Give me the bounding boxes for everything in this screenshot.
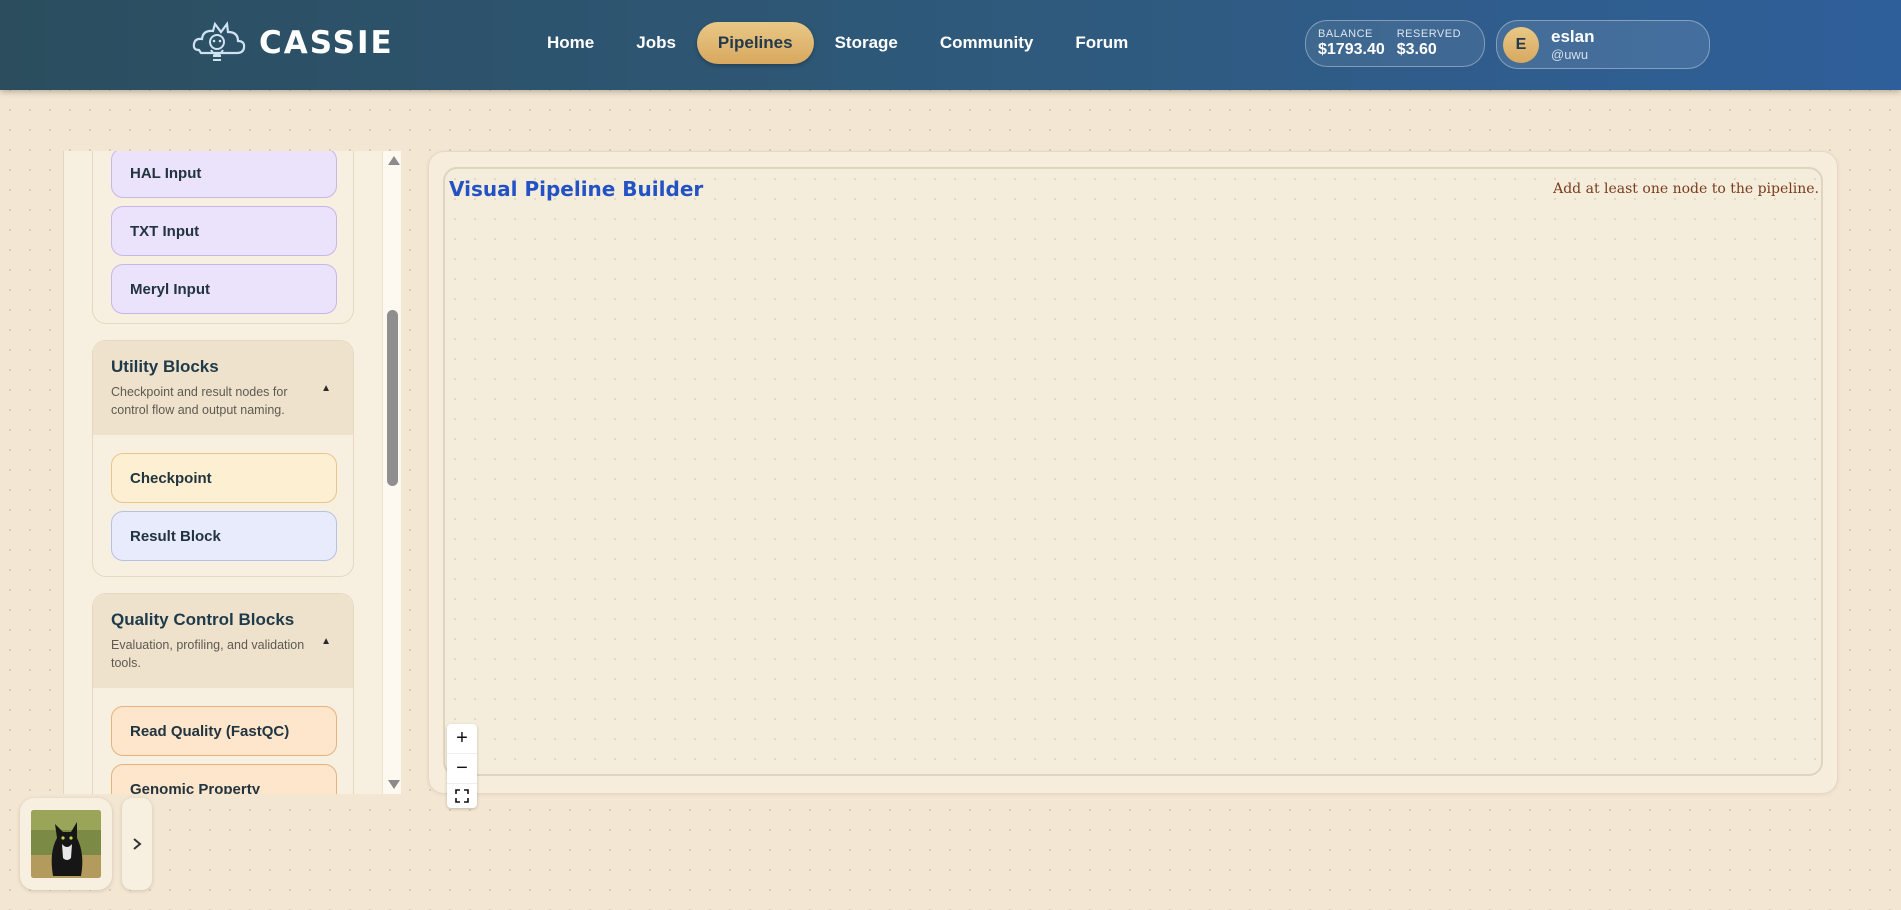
brand-name: CASSIE	[259, 25, 394, 61]
block-checkpoint[interactable]: Checkpoint	[111, 453, 337, 503]
pipeline-canvas-panel: Visual Pipeline Builder Add at least one…	[428, 151, 1838, 808]
block-hal-input[interactable]: HAL Input	[111, 151, 337, 198]
quality-section-header[interactable]: Quality Control Blocks Evaluation, profi…	[93, 594, 353, 688]
canvas-title: Visual Pipeline Builder	[449, 177, 704, 201]
block-meryl-input[interactable]: Meryl Input	[111, 264, 337, 314]
collapse-up-icon[interactable]: ▲	[321, 636, 331, 647]
utility-section-header[interactable]: Utility Blocks Checkpoint and result nod…	[93, 341, 353, 435]
top-header: CASSIE Home Jobs Pipelines Storage Commu…	[0, 0, 1901, 90]
block-palette-sidebar: HAL Input TXT Input Meryl Input Utility …	[63, 151, 401, 794]
collapse-up-icon[interactable]: ▲	[321, 383, 331, 394]
block-txt-input[interactable]: TXT Input	[111, 206, 337, 256]
utility-section-title: Utility Blocks	[111, 357, 219, 376]
pet-widget[interactable]	[20, 798, 112, 890]
scroll-up-arrow-icon[interactable]	[388, 156, 400, 165]
reserved-label: RESERVED	[1396, 28, 1462, 40]
block-result[interactable]: Result Block	[111, 511, 337, 561]
balance-panel[interactable]: BALANCE $1793.40 RESERVED $3.60	[1305, 20, 1485, 67]
balance-label: BALANCE	[1318, 28, 1373, 40]
scrollbar-thumb[interactable]	[387, 310, 398, 486]
main-nav: Home Jobs Pipelines Storage Community Fo…	[526, 22, 1149, 64]
block-read-quality[interactable]: Read Quality (FastQC)	[111, 706, 337, 756]
nav-storage[interactable]: Storage	[814, 22, 919, 64]
sidebar-scrollbar[interactable]	[382, 151, 401, 794]
nav-forum[interactable]: Forum	[1054, 22, 1149, 64]
balance-value: $1793.40	[1318, 41, 1385, 58]
validation-message: Add at least one node to the pipeline.	[1553, 181, 1819, 197]
pipeline-canvas[interactable]: Visual Pipeline Builder Add at least one…	[443, 167, 1823, 808]
scroll-down-arrow-icon[interactable]	[388, 780, 400, 789]
input-blocks-section: HAL Input TXT Input Meryl Input	[92, 151, 354, 324]
chevron-right-icon	[133, 838, 142, 850]
sidebar-scroll-area[interactable]: HAL Input TXT Input Meryl Input Utility …	[64, 151, 382, 794]
user-handle: @uwu	[1551, 47, 1589, 62]
reserved-column: RESERVED $3.60	[1397, 28, 1461, 59]
nav-pipelines[interactable]: Pipelines	[696, 22, 814, 64]
avatar: E	[1503, 26, 1539, 63]
utility-section-description: Checkpoint and result nodes for control …	[111, 385, 288, 417]
nav-community[interactable]: Community	[919, 22, 1055, 64]
nav-jobs[interactable]: Jobs	[615, 22, 697, 64]
reserved-value: $3.60	[1396, 41, 1437, 58]
fit-view-icon[interactable]	[447, 784, 477, 808]
user-name: eslan	[1551, 27, 1595, 46]
cat-photo	[31, 810, 101, 878]
user-info: eslan @uwu	[1551, 27, 1594, 62]
nav-home[interactable]: Home	[526, 22, 615, 64]
balance-column: BALANCE $1793.40	[1318, 28, 1385, 59]
quality-blocks-section: Quality Control Blocks Evaluation, profi…	[92, 593, 354, 794]
user-menu[interactable]: E eslan @uwu	[1496, 20, 1710, 69]
zoom-controls: + −	[447, 724, 477, 808]
brand-logo[interactable]: CASSIE	[191, 20, 394, 66]
quality-section-title: Quality Control Blocks	[111, 610, 295, 629]
utility-blocks-section: Utility Blocks Checkpoint and result nod…	[92, 340, 354, 577]
fit-view-glyph	[455, 789, 469, 803]
zoom-in-icon[interactable]: +	[447, 724, 477, 754]
block-genomic-property[interactable]: Genomic Property	[111, 764, 337, 794]
pet-widget-toggle[interactable]	[122, 798, 152, 890]
cat-logo-icon	[192, 21, 246, 61]
zoom-out-icon[interactable]: −	[447, 754, 477, 784]
quality-section-description: Evaluation, profiling, and validation to…	[111, 638, 305, 670]
